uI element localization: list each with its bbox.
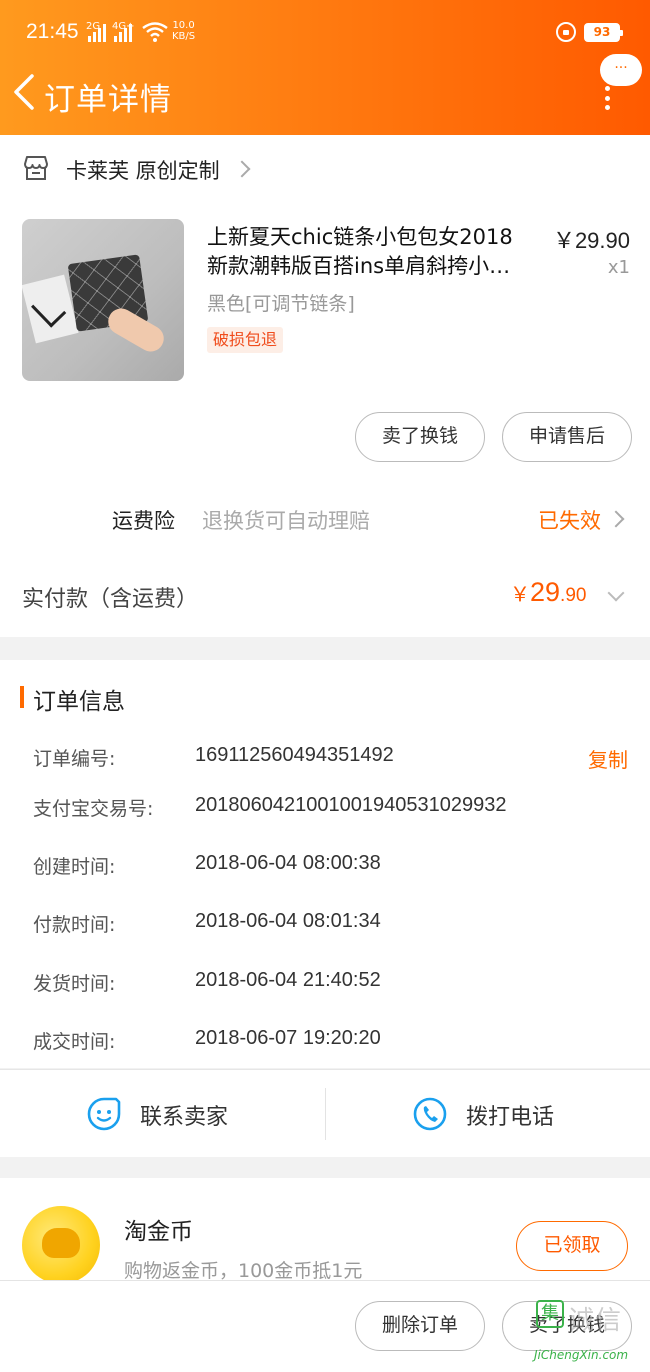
info-value: 2018-06-07 19:20:20 — [195, 1027, 381, 1049]
call-phone-button[interactable]: 拨打电话 — [326, 1070, 650, 1158]
product-price: ￥29.90 — [552, 228, 630, 253]
store-icon — [24, 156, 48, 180]
call-phone-label: 拨打电话 — [466, 1105, 555, 1130]
coin-claimed-button[interactable]: 已领取 — [516, 1221, 628, 1271]
shop-name[interactable]: 卡莱芙 原创定制 — [66, 155, 220, 185]
contact-bar: 联系卖家 拨打电话 — [0, 1069, 650, 1157]
info-key: 支付宝交易号: — [33, 798, 154, 820]
gold-coin-icon — [22, 1206, 100, 1284]
service-tag: 破损包退 — [207, 327, 284, 353]
watermark-english: JiChengXin.com — [534, 1348, 629, 1362]
currency-symbol: ￥ — [510, 584, 530, 606]
completed-time-row: 成交时间: 2018-06-07 19:20:20 — [33, 1027, 633, 1059]
insurance-label: 运费险 — [112, 509, 175, 533]
contact-seller-label: 联系卖家 — [140, 1105, 229, 1130]
product-title-line1: 上新夏天chic链条小包包女2018 — [207, 225, 513, 249]
battery-icon: 93 — [584, 23, 623, 42]
watermark-chinese: 诚信 — [568, 1306, 623, 1336]
info-value: 2018-06-04 21:40:52 — [195, 969, 381, 991]
taojinbi-card: 淘金币 购物返金币，100金币抵1元 已领取 — [0, 1178, 650, 1288]
more-menu-icon[interactable] — [603, 86, 611, 110]
signal-icon-2 — [114, 24, 136, 42]
sell-for-cash-button[interactable]: 卖了换钱 — [355, 412, 485, 462]
created-time-row: 创建时间: 2018-06-04 08:00:38 — [33, 852, 633, 884]
watermark-logo: 集 — [536, 1300, 564, 1328]
page-title: 订单详情 — [44, 82, 172, 118]
payment-label: 实付款（含运费） — [22, 587, 199, 612]
speed-value: 10.0 — [172, 20, 195, 31]
network-speed: 10.0 KB/S — [172, 20, 195, 42]
more-bubble[interactable]: ··· — [600, 54, 642, 86]
info-key: 创建时间: — [33, 856, 116, 878]
info-value: 169112560494351492 — [195, 744, 394, 766]
shop-row[interactable]: 卡莱芙 原创定制 — [0, 135, 650, 205]
info-key: 成交时间: — [33, 1031, 116, 1053]
chevron-down-icon[interactable] — [607, 584, 625, 602]
product-title[interactable]: 上新夏天chic链条小包包女2018 新款潮韩版百搭ins单肩斜挎小… — [207, 223, 537, 281]
alipay-trade-row: 支付宝交易号: 2018060421001001940531029932 — [33, 794, 633, 826]
order-number-row: 订单编号: 169112560494351492 — [33, 744, 633, 776]
product-title-line2: 新款潮韩版百搭ins单肩斜挎小… — [207, 254, 511, 278]
coin-title: 淘金币 — [124, 1219, 193, 1245]
insurance-desc: 退换货可自动理赔 — [202, 509, 370, 533]
actual-payment-row[interactable]: 实付款（含运费） ￥29.90 — [0, 563, 650, 633]
order-info-title: 订单信息 — [33, 689, 125, 715]
product-quantity: x1 — [607, 257, 630, 278]
section-accent-bar — [20, 686, 24, 708]
status-bar: 21:45 2G 4G+ 10.0 KB/S 93 — [0, 0, 650, 60]
info-value: 2018060421001001940531029932 — [195, 794, 507, 816]
apply-after-sale-button[interactable]: 申请售后 — [502, 412, 632, 462]
chat-face-icon — [87, 1097, 121, 1131]
shipped-time-row: 发货时间: 2018-06-04 21:40:52 — [33, 969, 633, 1001]
status-time: 21:45 — [26, 20, 79, 43]
order-info-card: 订单信息 订单编号: 169112560494351492 复制 支付宝交易号:… — [0, 660, 650, 1068]
product-image[interactable] — [22, 219, 184, 381]
contact-seller-button[interactable]: 联系卖家 — [0, 1070, 325, 1158]
info-value: 2018-06-04 08:01:34 — [195, 910, 381, 932]
info-key: 订单编号: — [33, 748, 116, 770]
rotation-lock-icon — [556, 22, 576, 42]
amount-integer: 29 — [530, 577, 561, 607]
info-key: 付款时间: — [33, 914, 116, 936]
payment-amount: ￥29.90 — [510, 577, 586, 608]
paid-time-row: 付款时间: 2018-06-04 08:01:34 — [33, 910, 633, 942]
chevron-right-icon — [607, 510, 625, 528]
phone-icon — [413, 1097, 447, 1131]
copy-order-number-button[interactable]: 复制 — [588, 744, 628, 773]
insurance-status: 已失效 — [538, 509, 601, 533]
shipping-insurance-row[interactable]: 运费险 退换货可自动理赔 已失效 — [0, 487, 650, 551]
speed-unit: KB/S — [172, 31, 196, 42]
product-spec: 黑色[可调节链条] — [207, 293, 355, 315]
amount-decimal: .90 — [560, 585, 587, 606]
app-header: 21:45 2G 4G+ 10.0 KB/S 93 订单详情 ··· — [0, 0, 650, 135]
delete-order-button[interactable]: 删除订单 — [355, 1301, 485, 1351]
wifi-icon — [142, 22, 168, 42]
info-value: 2018-06-04 08:00:38 — [195, 852, 381, 874]
coin-desc: 购物返金币，100金币抵1元 — [124, 1260, 363, 1282]
signal-icon — [88, 24, 110, 42]
info-key: 发货时间: — [33, 973, 116, 995]
site-watermark: 集 诚信 JiChengXin.com — [532, 1300, 650, 1372]
chevron-right-icon — [233, 160, 251, 178]
order-product-card: 卡莱芙 原创定制 上新夏天chic链条小包包女2018 新款潮韩版百搭ins单肩… — [0, 135, 650, 637]
back-arrow-icon[interactable] — [10, 72, 40, 112]
